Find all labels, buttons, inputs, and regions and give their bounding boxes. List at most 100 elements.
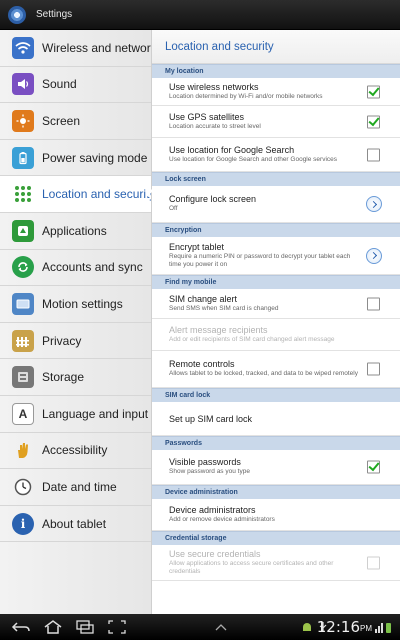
setting-title: SIM change alert <box>169 293 238 304</box>
setting-title: Alert message recipients <box>169 324 268 335</box>
sidebar-item-label: Location and security <box>42 187 151 202</box>
sidebar-item-label: Storage <box>42 370 85 385</box>
sidebar-item-screen[interactable]: Screen <box>0 103 151 140</box>
chevron-up-icon[interactable] <box>210 618 232 636</box>
secure-credentials-checkbox <box>367 556 380 569</box>
setting-summary: Add or edit recipients of SIM card chang… <box>169 335 335 343</box>
section-header-lock-screen: Lock screen <box>152 172 400 186</box>
visible-passwords-checkbox[interactable] <box>367 460 380 474</box>
wifi-icon <box>12 36 34 59</box>
battery-icon <box>12 146 34 169</box>
setting-summary: Send SMS when SIM card is changed <box>169 304 279 312</box>
sidebar-item-label: Accessibility <box>42 443 108 458</box>
section-header-passwords: Passwords <box>152 436 400 450</box>
setting-title: Visible passwords <box>169 457 241 468</box>
setting-use-gps-satellites[interactable]: Use GPS satellites Location accurate to … <box>152 106 400 138</box>
home-icon[interactable] <box>42 618 64 636</box>
sim-change-alert-checkbox[interactable] <box>367 297 380 310</box>
google-search-location-checkbox[interactable] <box>367 148 380 161</box>
setting-use-secure-credentials: Use secure credentials Allow application… <box>152 545 400 581</box>
setting-title: Encrypt tablet <box>169 241 225 252</box>
speaker-icon <box>12 73 34 96</box>
location-grid-icon <box>12 183 34 205</box>
sidebar-item-language-input[interactable]: A Language and input <box>0 396 151 433</box>
chevron-right-icon <box>366 196 382 212</box>
sidebar-item-power-saving[interactable]: Power saving mode <box>0 140 151 177</box>
setting-visible-passwords[interactable]: Visible passwords Show password as you t… <box>152 450 400 485</box>
status-ampm: PM <box>360 624 372 633</box>
sidebar-item-location-security[interactable]: Location and security <box>0 176 151 213</box>
sidebar-item-label: Power saving mode <box>42 150 148 165</box>
setting-summary: Show password as you type <box>169 468 250 476</box>
sidebar-item-sound[interactable]: Sound <box>0 67 151 104</box>
sidebar-item-privacy[interactable]: Privacy <box>0 323 151 360</box>
keyboard-icon: A <box>12 402 34 425</box>
setting-summary: Location accurate to street level <box>169 122 261 130</box>
sidebar-item-applications[interactable]: Applications <box>0 213 151 250</box>
page-title-bar: Location and security <box>152 30 400 64</box>
sidebar-item-motion-settings[interactable]: Motion settings <box>0 286 151 323</box>
gps-satellites-checkbox[interactable] <box>367 115 380 128</box>
clock-icon <box>12 476 34 498</box>
setting-title: Configure lock screen <box>169 194 257 205</box>
setting-device-administrators[interactable]: Device administrators Add or remove devi… <box>152 499 400 531</box>
wireless-networks-checkbox[interactable] <box>367 85 380 98</box>
section-header-encryption: Encryption <box>152 223 400 237</box>
sidebar-item-label: Screen <box>42 113 81 128</box>
recent-apps-icon[interactable] <box>74 618 96 636</box>
sidebar-item-date-time[interactable]: Date and time <box>0 469 151 506</box>
storage-icon <box>12 366 34 389</box>
setting-remote-controls[interactable]: Remote controls Allows tablet to be lock… <box>152 351 400 388</box>
settings-sidebar: Wireless and networks Sound Screen Power… <box>0 30 152 614</box>
section-header-device-administration: Device administration <box>152 485 400 499</box>
setting-summary: Location determined by Wi-Fi and/or mobi… <box>169 92 323 100</box>
sidebar-item-label: Motion settings <box>42 296 123 311</box>
setting-title: Use wireless networks <box>169 81 259 92</box>
title-bar: Settings <box>0 0 400 30</box>
sidebar-item-wireless[interactable]: Wireless and networks <box>0 30 151 67</box>
setting-summary: Allow applications to access secure cert… <box>169 559 334 575</box>
sidebar-item-label: Language and input <box>42 406 149 421</box>
setting-title: Device administrators <box>169 504 256 515</box>
setting-summary: Allows tablet to be locked, tracked, and… <box>169 370 358 378</box>
sidebar-item-accessibility[interactable]: Accessibility <box>0 433 151 470</box>
setting-summary: Require a numeric PIN or password to dec… <box>169 252 351 268</box>
sidebar-item-label: Wireless and networks <box>42 40 151 55</box>
signal-battery-icon <box>374 620 392 639</box>
sidebar-item-label: Date and time <box>42 479 117 494</box>
setting-sim-change-alert[interactable]: SIM change alert Send SMS when SIM card … <box>152 289 400 319</box>
setting-title: Set up SIM card lock <box>169 413 253 424</box>
setting-location-google-search[interactable]: Use location for Google Search Use locat… <box>152 138 400 172</box>
setting-alert-message-recipients: Alert message recipients Add or edit rec… <box>152 319 400 351</box>
setting-encrypt-tablet[interactable]: Encrypt tablet Require a numeric PIN or … <box>152 237 400 275</box>
setting-set-up-sim-card-lock[interactable]: Set up SIM card lock <box>152 402 400 436</box>
screenshot-icon[interactable] <box>106 618 128 636</box>
brightness-icon <box>12 109 34 132</box>
status-clock: 12:16 <box>316 618 360 636</box>
info-icon: i <box>12 512 34 535</box>
setting-use-wireless-networks[interactable]: Use wireless networks Location determine… <box>152 78 400 106</box>
sidebar-item-about-tablet[interactable]: i About tablet <box>0 506 151 543</box>
system-bar: 12:16 PM <box>0 614 400 640</box>
section-header-my-location: My location <box>152 64 400 78</box>
page-title: Location and security <box>165 40 274 53</box>
sidebar-item-label: Accounts and sync <box>42 260 143 275</box>
location-security-panel: Location and security My location Use wi… <box>152 30 400 614</box>
section-header-credential-storage: Credential storage <box>152 531 400 545</box>
tablet-motion-icon <box>12 292 34 315</box>
setting-summary: Add or remove device administrators <box>169 515 275 523</box>
setting-title: Use location for Google Search <box>169 144 295 155</box>
android-debug-icon <box>300 618 314 636</box>
sidebar-item-label: Applications <box>42 223 107 238</box>
setting-configure-lock-screen[interactable]: Configure lock screen Off <box>152 186 400 223</box>
sidebar-item-label: Privacy <box>42 333 82 348</box>
sidebar-item-storage[interactable]: Storage <box>0 359 151 396</box>
sidebar-item-accounts-sync[interactable]: Accounts and sync <box>0 250 151 287</box>
fence-icon <box>12 329 34 352</box>
sidebar-item-label: Sound <box>42 77 77 92</box>
remote-controls-checkbox[interactable] <box>367 362 380 376</box>
back-icon[interactable] <box>10 618 32 636</box>
setting-summary: Off <box>169 205 178 213</box>
app-title: Settings <box>36 9 73 20</box>
setting-title: Use GPS satellites <box>169 111 245 122</box>
